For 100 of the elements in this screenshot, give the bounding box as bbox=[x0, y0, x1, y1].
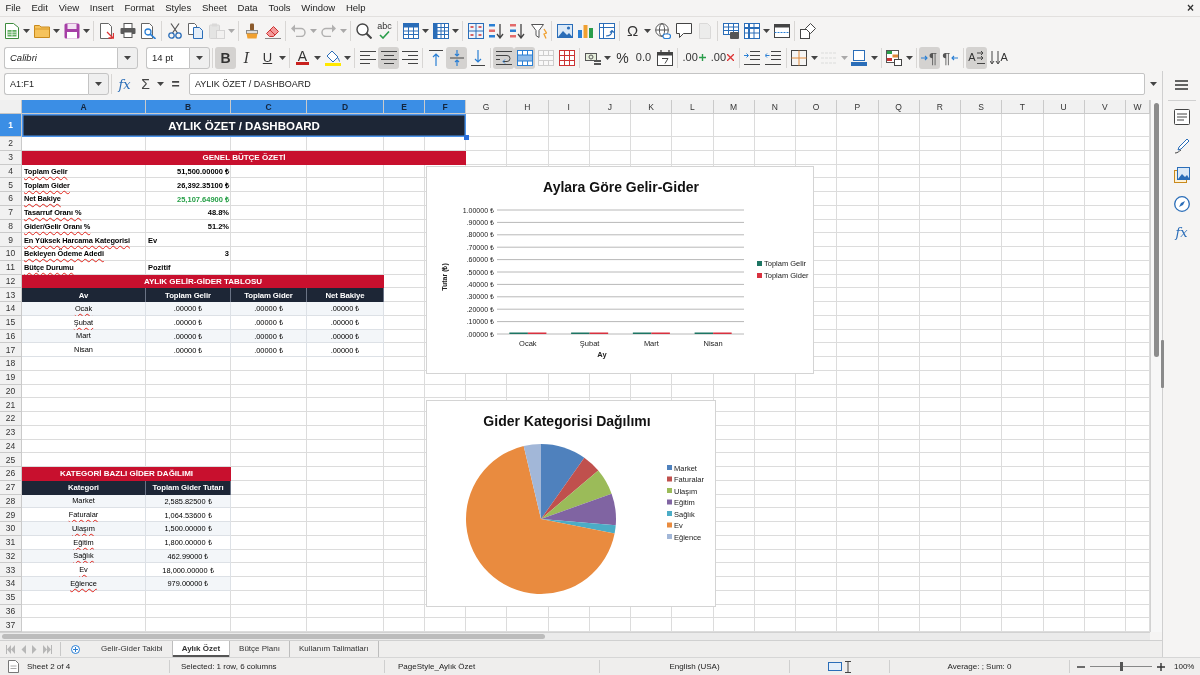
minus-icon[interactable] bbox=[1077, 665, 1085, 668]
column-header[interactable]: K bbox=[631, 100, 673, 114]
functions-button[interactable]: fx bbox=[1175, 225, 1188, 241]
sum-button[interactable]: Σ bbox=[135, 73, 156, 95]
menu-item[interactable]: View bbox=[53, 0, 85, 16]
italic-button[interactable]: I bbox=[236, 46, 257, 69]
formula-button[interactable]: = bbox=[165, 73, 186, 95]
column-header[interactable]: Q bbox=[878, 100, 920, 114]
row-header[interactable]: 29 bbox=[0, 508, 22, 522]
zoom-percent[interactable]: 100% bbox=[1174, 662, 1195, 671]
column-header[interactable]: I bbox=[548, 100, 590, 114]
text-cursor-icon[interactable] bbox=[845, 660, 851, 673]
column-header[interactable]: L bbox=[672, 100, 714, 114]
caret-icon[interactable] bbox=[644, 28, 651, 33]
column-header[interactable]: N bbox=[754, 100, 796, 114]
menu-item[interactable]: Help bbox=[340, 0, 371, 16]
column-header[interactable]: A bbox=[22, 100, 146, 114]
row-header[interactable]: 14 bbox=[0, 302, 22, 316]
scrollbar-thumb[interactable] bbox=[1154, 103, 1159, 357]
scrollbar-thumb[interactable] bbox=[2, 634, 545, 639]
add-decimal-button[interactable]: .00 bbox=[680, 46, 709, 69]
document-icon[interactable] bbox=[8, 660, 19, 673]
menu-item[interactable]: Data bbox=[232, 0, 263, 16]
column-header[interactable]: B bbox=[146, 100, 231, 114]
caret-icon[interactable] bbox=[344, 55, 351, 60]
font-name-field[interactable]: Calibri bbox=[4, 46, 117, 69]
formula-input-field[interactable]: AYLIK ÖZET / DASHBOARD bbox=[189, 73, 1145, 95]
menu-item[interactable]: Edit bbox=[26, 0, 54, 16]
caret-icon[interactable] bbox=[23, 28, 30, 33]
name-box-field[interactable]: A1:F1 bbox=[4, 73, 88, 95]
row-header[interactable]: 26 bbox=[0, 467, 22, 481]
menu-item[interactable]: Sheet bbox=[196, 0, 233, 16]
language[interactable]: English (USA) bbox=[669, 662, 720, 671]
row-header[interactable]: 30 bbox=[0, 522, 22, 536]
dropdown-button[interactable] bbox=[189, 46, 210, 69]
column-header[interactable]: O bbox=[796, 100, 838, 114]
spelling-button[interactable]: abc bbox=[374, 19, 395, 42]
column-header[interactable]: U bbox=[1043, 100, 1085, 114]
row-header[interactable]: 22 bbox=[0, 412, 22, 426]
left-to-right-button[interactable]: ¶ bbox=[918, 46, 940, 69]
caret-icon[interactable] bbox=[53, 28, 60, 33]
row-header[interactable]: 6 bbox=[0, 192, 22, 206]
caret-icon[interactable] bbox=[763, 28, 770, 33]
compass-icon[interactable] bbox=[1173, 196, 1190, 212]
column-header[interactable]: H bbox=[507, 100, 549, 114]
merge-center-button[interactable] bbox=[514, 46, 535, 69]
caret-icon[interactable] bbox=[810, 55, 818, 60]
vertical-scrollbar[interactable] bbox=[1150, 100, 1162, 632]
menu-item[interactable]: Format bbox=[119, 0, 160, 16]
add-sheet-icon[interactable] bbox=[71, 644, 80, 654]
font-size-field[interactable]: 14 pt bbox=[146, 46, 189, 69]
column-header[interactable]: D bbox=[307, 100, 384, 114]
column-header[interactable]: P bbox=[837, 100, 879, 114]
column-header[interactable]: S bbox=[961, 100, 1003, 114]
row-header[interactable]: 21 bbox=[0, 398, 22, 412]
gallery-icon[interactable] bbox=[1173, 167, 1190, 183]
percent-format-button[interactable]: % bbox=[612, 46, 633, 69]
caret-icon[interactable] bbox=[604, 55, 611, 60]
underline-button[interactable]: U bbox=[257, 46, 278, 69]
text-top-to-bottom-button[interactable]: A bbox=[987, 46, 1011, 69]
sidebar-grip[interactable] bbox=[1161, 340, 1164, 388]
column-header[interactable]: E bbox=[384, 100, 425, 114]
page-style[interactable]: PageStyle_Aylık Özet bbox=[398, 662, 476, 671]
caret-icon[interactable] bbox=[905, 55, 913, 60]
row-header[interactable]: 17 bbox=[0, 343, 22, 357]
row-header[interactable]: 18 bbox=[0, 357, 22, 371]
font-color-button[interactable]: A bbox=[292, 46, 313, 69]
row-header[interactable]: 2 bbox=[0, 137, 22, 151]
caret-icon[interactable] bbox=[422, 28, 429, 33]
column-header[interactable]: M bbox=[713, 100, 755, 114]
special-character-button[interactable]: Ω bbox=[622, 19, 643, 42]
column-header[interactable]: C bbox=[231, 100, 307, 114]
delete-decimal-button[interactable]: .00 bbox=[708, 46, 737, 69]
caret-icon[interactable] bbox=[870, 55, 878, 60]
menu-icon[interactable] bbox=[1175, 80, 1188, 90]
align-center-button[interactable] bbox=[378, 46, 399, 69]
plus-icon[interactable] bbox=[1157, 662, 1165, 671]
right-to-left-button[interactable]: ¶ bbox=[939, 46, 961, 69]
number-format-button[interactable]: 0.0 bbox=[633, 46, 654, 69]
menu-item[interactable]: Styles bbox=[159, 0, 197, 16]
column-header[interactable]: V bbox=[1084, 100, 1126, 114]
caret-icon[interactable] bbox=[157, 82, 164, 86]
row-header[interactable]: 5 bbox=[0, 178, 22, 192]
wrap-text-button[interactable] bbox=[493, 46, 514, 69]
close-button[interactable]: × bbox=[1187, 0, 1194, 16]
fill-handle[interactable] bbox=[464, 135, 469, 140]
caret-icon[interactable] bbox=[1150, 82, 1157, 86]
row-header[interactable]: 9 bbox=[0, 233, 22, 247]
dropdown-button[interactable] bbox=[117, 46, 138, 69]
function-wizard-button[interactable]: fx bbox=[114, 73, 135, 95]
column-header[interactable]: J bbox=[589, 100, 631, 114]
menu-item[interactable]: Insert bbox=[84, 0, 119, 16]
column-header[interactable]: T bbox=[1002, 100, 1044, 114]
text-left-to-right-button[interactable]: A bbox=[965, 46, 988, 69]
sheet-tab[interactable]: Aylık Özet bbox=[172, 641, 231, 657]
row-header[interactable]: 13 bbox=[0, 288, 22, 302]
menu-item[interactable]: Tools bbox=[263, 0, 296, 16]
bold-button[interactable]: B bbox=[215, 46, 236, 69]
caret-icon[interactable] bbox=[83, 28, 90, 33]
row-header[interactable]: 10 bbox=[0, 247, 22, 261]
